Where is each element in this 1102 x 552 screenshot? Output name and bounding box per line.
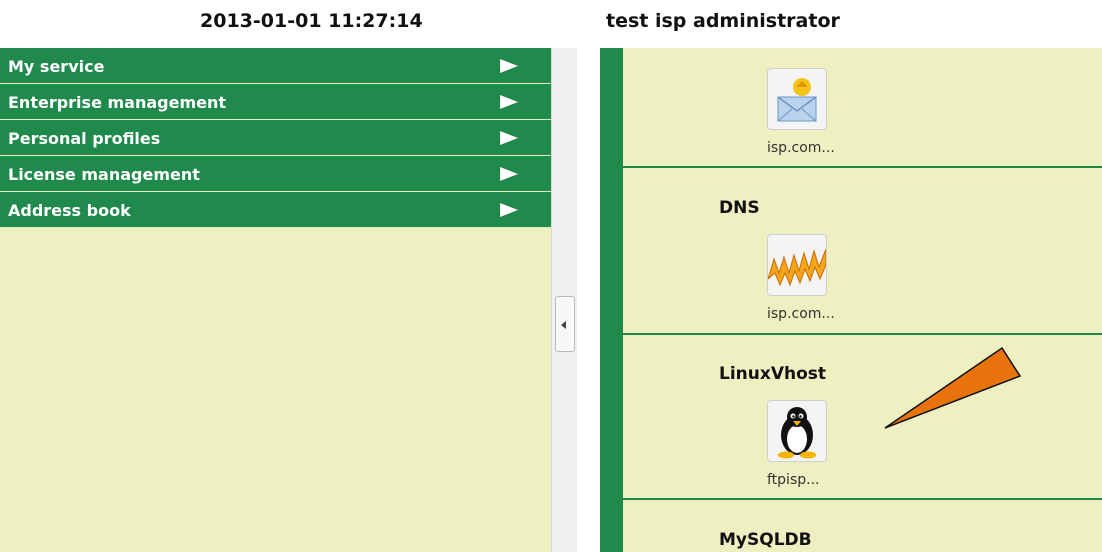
divider xyxy=(623,498,1102,500)
header-datetime: 2013-01-01 11:27:14 xyxy=(200,10,423,32)
expand-arrow-icon xyxy=(500,95,518,109)
collapse-sidebar-button[interactable] xyxy=(555,296,575,352)
sidebar-item-personal-profiles[interactable]: Personal profiles xyxy=(0,120,551,156)
mail-icon xyxy=(777,78,817,122)
sidebar: My service Enterprise management Persona… xyxy=(0,48,551,552)
sidebar-item-label: My service xyxy=(8,57,105,76)
service-tile-linuxvhost[interactable] xyxy=(767,400,827,462)
sidebar-item-my-service[interactable]: My service xyxy=(0,48,551,84)
service-title: DNS xyxy=(719,198,760,218)
sidebar-item-license-management[interactable]: License management xyxy=(0,156,551,192)
sidebar-item-address-book[interactable]: Address book xyxy=(0,192,551,228)
sidebar-item-enterprise-management[interactable]: Enterprise management xyxy=(0,84,551,120)
expand-arrow-icon xyxy=(500,203,518,217)
divider xyxy=(623,333,1102,335)
chevron-left-icon xyxy=(561,321,566,329)
annotation-arrow xyxy=(884,346,1022,429)
sidebar-item-label: Enterprise management xyxy=(8,93,227,112)
gutter xyxy=(577,48,600,552)
service-caption: isp.com... xyxy=(767,140,835,156)
divider xyxy=(623,166,1102,168)
service-list: isp.com... DNS isp.com... LinuxVhost ftp… xyxy=(623,48,1102,552)
service-tile-dns[interactable] xyxy=(767,234,827,296)
sidebar-item-label: Personal profiles xyxy=(8,129,161,148)
service-title: MySQLDB xyxy=(719,530,812,550)
header-user: test isp administrator xyxy=(606,10,840,32)
service-title: LinuxVhost xyxy=(719,364,827,384)
expand-arrow-icon xyxy=(500,59,518,73)
sidebar-item-label: Address book xyxy=(8,201,131,220)
penguin-icon xyxy=(778,407,816,459)
sidebar-item-label: License management xyxy=(8,165,200,184)
top-header: 2013-01-01 11:27:14 test isp administrat… xyxy=(0,0,1102,48)
content-border xyxy=(600,48,623,552)
expand-arrow-icon xyxy=(500,131,518,145)
service-caption: ftpisp... xyxy=(767,472,820,488)
www-icon xyxy=(768,248,826,287)
service-caption: isp.com... xyxy=(767,306,835,322)
service-tile-mail[interactable] xyxy=(767,68,827,130)
expand-arrow-icon xyxy=(500,167,518,181)
